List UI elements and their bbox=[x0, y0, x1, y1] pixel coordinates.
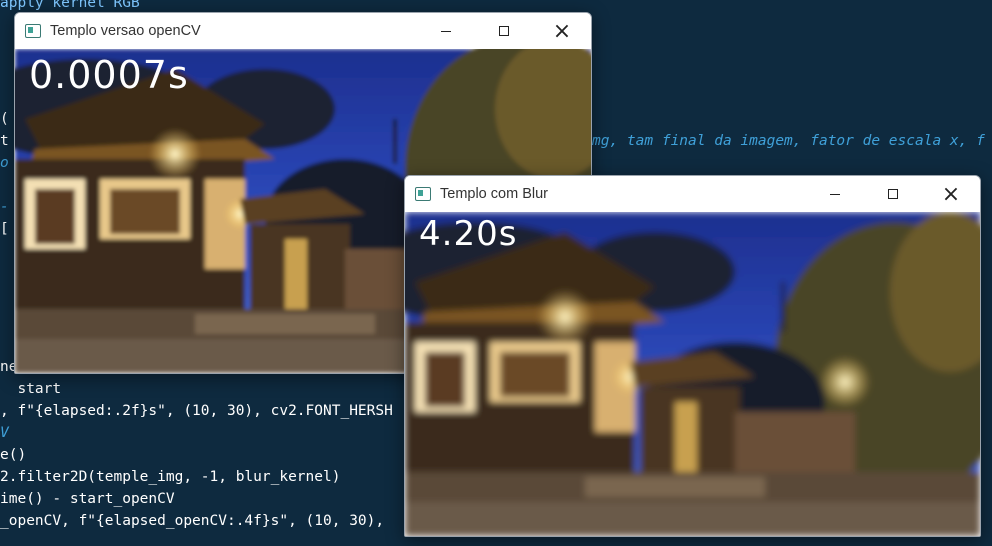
minimize-icon bbox=[830, 193, 840, 195]
code-line: [ bbox=[0, 218, 9, 240]
titlebar[interactable]: Templo com Blur × bbox=[405, 176, 980, 212]
code-line: o bbox=[0, 152, 9, 174]
code-token: ( bbox=[0, 111, 9, 127]
app-icon bbox=[415, 187, 431, 201]
minimize-button[interactable] bbox=[417, 13, 475, 49]
code-line: V bbox=[0, 422, 9, 444]
maximize-icon bbox=[888, 189, 898, 199]
code-token: t bbox=[0, 133, 9, 149]
code-line: e() bbox=[0, 444, 26, 466]
window-controls: × bbox=[806, 176, 980, 212]
image-canvas: 4.20s bbox=[405, 212, 980, 536]
code-line: ( bbox=[0, 108, 9, 130]
code-token: apply kernel RGB bbox=[0, 0, 140, 11]
maximize-icon bbox=[499, 26, 509, 36]
window-templo-blur[interactable]: Templo com Blur × 4.20s bbox=[404, 175, 981, 537]
code-line: _openCV, f"{elapsed_openCV:.4f}s", (10, … bbox=[0, 510, 393, 532]
app-icon bbox=[25, 24, 41, 38]
maximize-button[interactable] bbox=[475, 13, 533, 49]
minimize-button[interactable] bbox=[806, 176, 864, 212]
maximize-button[interactable] bbox=[864, 176, 922, 212]
code-token: start bbox=[0, 381, 62, 397]
timing-label: 0.0007s bbox=[29, 53, 189, 97]
code-line: ime() - start_openCV bbox=[0, 488, 175, 510]
minimize-icon bbox=[441, 30, 451, 32]
close-button[interactable]: × bbox=[922, 176, 980, 212]
code-line: , f"{elapsed:.2f}s", (10, 30), cv2.FONT_… bbox=[0, 400, 393, 422]
window-controls: × bbox=[417, 13, 591, 49]
code-token: V bbox=[0, 425, 9, 441]
timing-label: 4.20s bbox=[419, 214, 518, 254]
code-token: [ bbox=[0, 221, 9, 237]
close-icon: × bbox=[941, 181, 961, 207]
code-token: e() bbox=[0, 447, 27, 463]
code-token: 2.filter2D(temple_img, -1, blur_kernel) bbox=[0, 469, 341, 485]
code-line: start bbox=[0, 378, 61, 400]
temple-image-blurred bbox=[405, 212, 980, 536]
code-token: o bbox=[0, 155, 9, 171]
titlebar[interactable]: Templo versao openCV × bbox=[15, 13, 591, 49]
code-line: - bbox=[0, 196, 9, 218]
code-line: t bbox=[0, 130, 9, 152]
code-token: , f"{elapsed:.2f}s", (10, 30), cv2.FONT_… bbox=[0, 403, 393, 419]
close-button[interactable]: × bbox=[533, 13, 591, 49]
code-token: - bbox=[0, 199, 9, 215]
code-token: ime() - start_openCV bbox=[0, 491, 175, 507]
code-comment-partial: mg, tam final da imagem, fator de escala… bbox=[592, 133, 985, 149]
window-title: Templo com Blur bbox=[440, 186, 548, 202]
code-token: _openCV, f"{elapsed_openCV:.4f}s", (10, … bbox=[0, 513, 393, 529]
window-title: Templo versao openCV bbox=[50, 23, 201, 39]
close-icon: × bbox=[552, 18, 572, 44]
code-line: 2.filter2D(temple_img, -1, blur_kernel) bbox=[0, 466, 340, 488]
